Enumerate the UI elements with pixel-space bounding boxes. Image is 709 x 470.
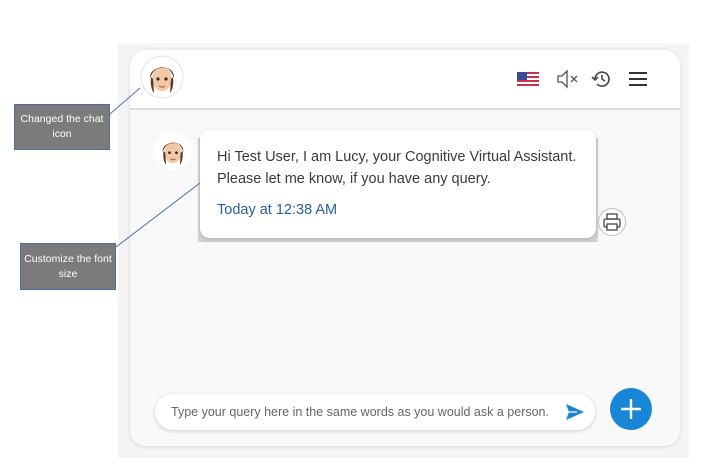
send-icon[interactable] — [565, 403, 585, 421]
annotation-font-size: Customize the font size — [20, 243, 116, 290]
bot-message-bubble: Hi Test User, I am Lucy, your Cognitive … — [200, 130, 596, 238]
message-text: Hi Test User, I am Lucy, your Cognitive … — [217, 149, 577, 187]
print-button[interactable] — [598, 208, 626, 236]
add-button[interactable] — [610, 388, 652, 430]
menu-icon[interactable] — [628, 68, 648, 90]
us-flag-icon[interactable] — [517, 72, 539, 86]
mute-icon[interactable] — [556, 68, 580, 90]
annotation-chat-icon: Changed the chat icon — [14, 104, 110, 150]
chat-widget: Hi Test User, I am Lucy, your Cognitive … — [130, 50, 680, 446]
message-timestamp: Today at 12:38 AM — [217, 202, 338, 218]
plus-icon — [621, 399, 641, 419]
printer-icon — [603, 213, 621, 231]
bot-avatar-icon[interactable] — [140, 55, 184, 99]
query-input[interactable] — [171, 394, 551, 430]
history-icon[interactable] — [591, 68, 613, 90]
message-avatar-icon — [154, 132, 192, 170]
query-input-box — [155, 394, 595, 430]
chat-header — [130, 50, 680, 110]
